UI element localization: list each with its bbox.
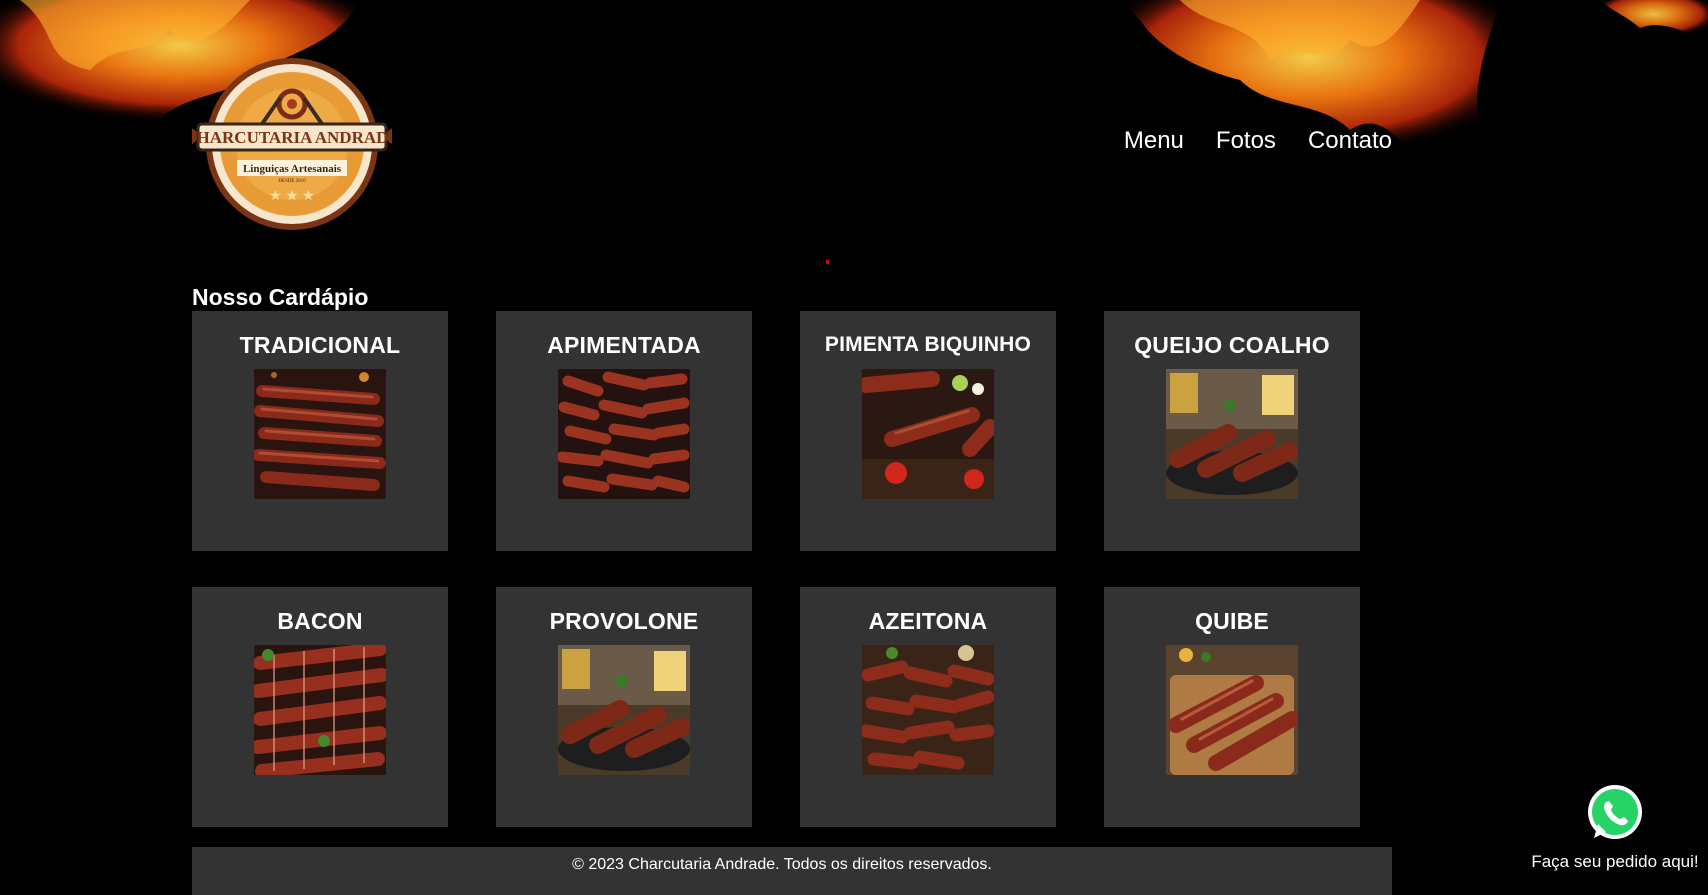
card-title: APIMENTADA — [547, 332, 701, 358]
menu-card-pimenta-biquinho[interactable]: PIMENTA BIQUINHO — [800, 311, 1056, 551]
menu-card-provolone[interactable]: PROVOLONE — [496, 587, 752, 827]
page-footer: © 2023 Charcutaria Andrade. Todos os dir… — [192, 847, 1392, 895]
svg-text:★ ★ ★: ★ ★ ★ — [269, 187, 314, 203]
svg-text:DESDE 2010: DESDE 2010 — [278, 179, 306, 184]
sausage-image — [862, 645, 994, 775]
svg-text:Linguiças Artesanais: Linguiças Artesanais — [243, 163, 342, 175]
menu-card-bacon[interactable]: BACON — [192, 587, 448, 827]
menu-grid: TRADICIONAL APIMENTADA PIMENTA BIQUINHO … — [192, 311, 1360, 827]
sausage-image — [558, 645, 690, 775]
sausage-image — [1166, 645, 1298, 775]
card-title: PROVOLONE — [549, 608, 699, 634]
sausage-image — [1166, 369, 1298, 499]
card-title: TRADICIONAL — [239, 332, 401, 358]
nav-fotos[interactable]: Fotos — [1216, 126, 1276, 156]
card-title: BACON — [277, 608, 363, 634]
sausage-image — [862, 369, 994, 499]
whatsapp-icon — [1588, 785, 1642, 839]
footer-copyright: © 2023 Charcutaria Andrade. Todos os dir… — [572, 856, 992, 873]
nav-contato[interactable]: Contato — [1308, 126, 1392, 156]
whatsapp-order-button[interactable]: Faça seu pedido aqui! — [1522, 782, 1708, 872]
brand-logo[interactable]: CHARCUTARIA ANDRADE Linguiças Artesanais… — [184, 56, 400, 232]
card-title: AZEITONA — [868, 608, 988, 634]
svg-text:CHARCUTARIA ANDRADE: CHARCUTARIA ANDRADE — [192, 128, 392, 147]
sausage-image — [254, 645, 386, 775]
menu-card-tradicional[interactable]: TRADICIONAL — [192, 311, 448, 551]
menu-card-apimentada[interactable]: APIMENTADA — [496, 311, 752, 551]
main-nav: Menu Fotos Contato — [1124, 126, 1392, 156]
nav-menu[interactable]: Menu — [1124, 126, 1184, 156]
card-title: QUIBE — [1195, 608, 1269, 634]
menu-card-quibe[interactable]: QUIBE — [1104, 587, 1360, 827]
sausage-image — [254, 369, 386, 499]
sausage-image — [558, 369, 690, 499]
menu-card-azeitona[interactable]: AZEITONA — [800, 587, 1056, 827]
card-title: QUEIJO COALHO — [1134, 332, 1330, 358]
red-dot-decoration — [826, 260, 829, 264]
whatsapp-label: Faça seu pedido aqui! — [1531, 852, 1699, 871]
menu-card-queijo-coalho[interactable]: QUEIJO COALHO — [1104, 311, 1360, 551]
menu-title: Nosso Cardápio — [192, 284, 369, 310]
card-title: PIMENTA BIQUINHO — [824, 333, 1032, 356]
